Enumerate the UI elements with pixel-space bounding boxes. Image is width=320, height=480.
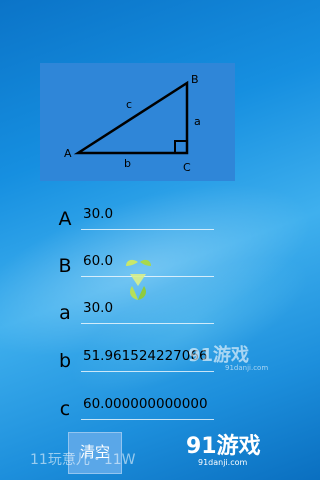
watermark-bottom-text: 11玩意儿・11W bbox=[30, 452, 136, 468]
input-angle-a[interactable]: 30.0 bbox=[81, 203, 214, 230]
label-side-c: c bbox=[59, 398, 71, 420]
watermark-logo-bottom: 91游戏 91danji.com bbox=[186, 428, 261, 467]
right-angle-marker bbox=[174, 140, 187, 153]
label-angle-b: B bbox=[58, 255, 72, 277]
row-angle-a: A 30.0 bbox=[0, 201, 270, 241]
label-angle-a: A bbox=[58, 208, 72, 230]
side-b-label: b bbox=[124, 157, 131, 170]
watermark-logo-side: 91游戏 91danji.com bbox=[188, 341, 268, 372]
watermark-logo-bottom-main: 91游戏 bbox=[186, 434, 261, 459]
row-side-c: c 60.000000000000 bbox=[0, 391, 270, 431]
watermark-logo-side-main: 91游戏 bbox=[188, 345, 250, 366]
watermark-logo-bottom-site: 91danji.com bbox=[198, 458, 248, 467]
triangle-svg: A B C a b c bbox=[64, 73, 201, 174]
vertex-b-label: B bbox=[191, 73, 199, 86]
triangle-shape bbox=[73, 80, 189, 155]
side-c-label: c bbox=[126, 98, 132, 111]
watermark-logo-side-site: 91danji.com bbox=[225, 364, 269, 372]
leaf-logo-icon bbox=[126, 259, 151, 300]
label-side-a: a bbox=[59, 302, 71, 324]
vertex-c-label: C bbox=[183, 161, 191, 174]
input-side-c[interactable]: 60.000000000000 bbox=[81, 393, 214, 420]
side-a-label: a bbox=[194, 115, 201, 128]
label-side-b: b bbox=[58, 350, 72, 372]
triangle-diagram: A B C a b c bbox=[40, 63, 235, 181]
vertex-a-label: A bbox=[64, 147, 72, 160]
